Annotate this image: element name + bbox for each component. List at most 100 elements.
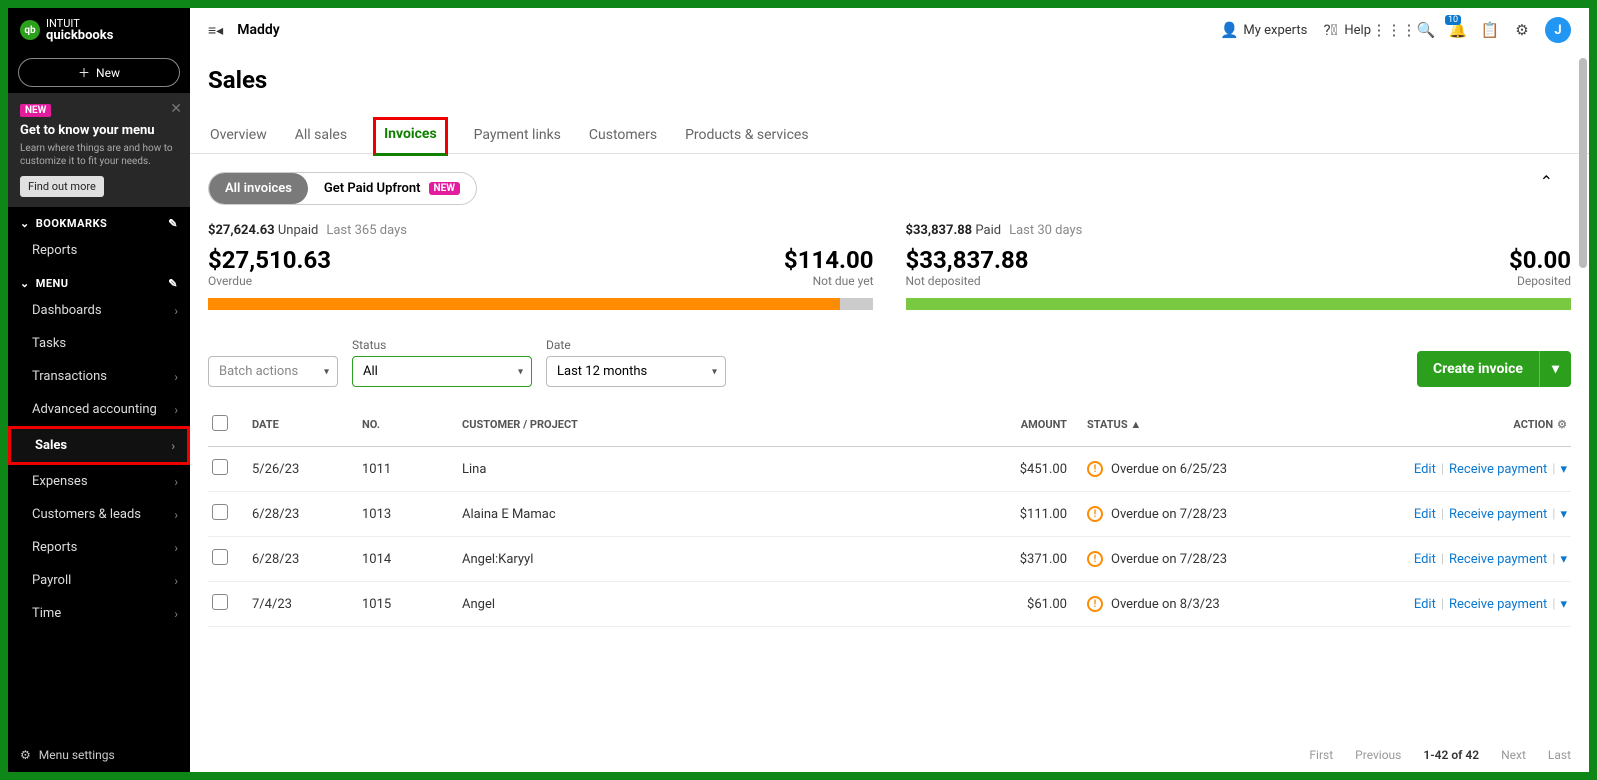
row-checkbox[interactable]	[212, 549, 228, 565]
select-all-checkbox[interactable]	[212, 415, 228, 431]
chevron-right-icon: ›	[174, 574, 178, 588]
page-title: Sales	[190, 52, 1589, 99]
sidebar-item-tasks[interactable]: Tasks	[8, 327, 190, 360]
pill-all-invoices[interactable]: All invoices	[209, 173, 308, 204]
unpaid-summary: $27,624.63 UnpaidLast 365 days $27,510.6…	[208, 223, 874, 310]
date-select[interactable]: Last 12 months▾	[546, 356, 726, 387]
chevron-right-icon: ›	[174, 508, 178, 522]
tabs: Overview All sales Invoices Payment links Cu…	[190, 117, 1589, 154]
row-checkbox[interactable]	[212, 594, 228, 610]
chevron-right-icon: ›	[174, 541, 178, 555]
search-icon[interactable]: 🔍	[1417, 21, 1435, 39]
sidebar-item-dashboards[interactable]: Dashboards›	[8, 294, 190, 327]
paid-summary: $33,837.88 PaidLast 30 days $33,837.88No…	[906, 223, 1572, 310]
warning-icon: !	[1087, 596, 1103, 612]
new-button[interactable]: ＋New	[18, 58, 180, 87]
sidebar-item-advanced-accounting[interactable]: Advanced accounting›	[8, 393, 190, 426]
invoice-pills: All invoices Get Paid UpfrontNEW	[208, 172, 477, 205]
menu-banner: NEW ✕ Get to know your menu Learn where …	[8, 93, 190, 207]
collapse-sidebar-icon[interactable]: ≡◂	[208, 22, 223, 39]
page-last[interactable]: Last	[1548, 748, 1571, 762]
status-select[interactable]: All▾	[352, 356, 532, 387]
row-menu-icon[interactable]: ▾	[1560, 507, 1567, 522]
chevron-down-icon: ▾	[324, 366, 329, 377]
overdue-amount: $27,510.63	[208, 246, 331, 274]
page-first[interactable]: First	[1309, 748, 1333, 762]
sidebar-item-sales[interactable]: Sales›	[8, 426, 190, 465]
gear-icon[interactable]: ⚙	[1513, 21, 1531, 39]
row-menu-icon[interactable]: ▾	[1560, 597, 1567, 612]
banner-body: Learn where things are and how to custom…	[20, 142, 178, 168]
pencil-icon[interactable]: ✎	[168, 277, 178, 290]
edit-link[interactable]: Edit	[1414, 552, 1436, 567]
tab-products-services[interactable]: Products & services	[683, 117, 811, 153]
warning-icon: !	[1087, 506, 1103, 522]
sidebar-item-time[interactable]: Time›	[8, 597, 190, 630]
chevron-down-icon: ▾	[712, 366, 717, 377]
gear-icon: ⚙	[20, 748, 31, 762]
badge-new: NEW	[429, 182, 460, 195]
my-experts-button[interactable]: 👤My experts	[1220, 21, 1307, 39]
menu-header[interactable]: ⌄MENU ✎	[8, 267, 190, 294]
sidebar-item-transactions[interactable]: Transactions›	[8, 360, 190, 393]
edit-link[interactable]: Edit	[1414, 462, 1436, 477]
tab-overview[interactable]: Overview	[208, 117, 269, 153]
chevron-right-icon: ›	[174, 304, 178, 318]
edit-link[interactable]: Edit	[1414, 507, 1436, 522]
gear-icon[interactable]: ⚙	[1557, 418, 1567, 431]
notification-count: 10	[1445, 15, 1461, 25]
chevron-right-icon: ›	[174, 403, 178, 417]
chevron-down-icon: ⌄	[20, 277, 30, 290]
table-row: 7/4/231015Angel$61.00!Overdue on 8/3/23E…	[208, 582, 1571, 627]
warning-icon: !	[1087, 461, 1103, 477]
sidebar-item-reports[interactable]: Reports›	[8, 531, 190, 564]
avatar[interactable]: J	[1545, 17, 1571, 43]
tab-all-sales[interactable]: All sales	[293, 117, 349, 153]
row-checkbox[interactable]	[212, 504, 228, 520]
apps-grid-icon[interactable]: ⋮⋮⋮	[1385, 21, 1403, 39]
receive-payment-link[interactable]: Receive payment	[1449, 552, 1547, 567]
edit-link[interactable]: Edit	[1414, 597, 1436, 612]
chevron-down-icon: ⌄	[20, 217, 30, 230]
row-checkbox[interactable]	[212, 459, 228, 475]
collapse-summary-icon[interactable]: ⌃	[1540, 172, 1553, 191]
notifications-icon[interactable]: 10🔔	[1449, 21, 1467, 39]
pencil-icon[interactable]: ✎	[168, 217, 178, 230]
sidebar-item-payroll[interactable]: Payroll›	[8, 564, 190, 597]
receive-payment-link[interactable]: Receive payment	[1449, 507, 1547, 522]
row-menu-icon[interactable]: ▾	[1560, 552, 1567, 567]
table-row: 6/28/231014Angel:Karyyl$371.00!Overdue o…	[208, 537, 1571, 582]
find-out-more-button[interactable]: Find out more	[20, 176, 104, 197]
batch-actions-select[interactable]: Batch actions▾	[208, 356, 338, 387]
pagination: First Previous 1-42 of 42 Next Last	[190, 738, 1589, 772]
logo: qb INTUITquickbooks	[8, 8, 190, 52]
chevron-down-icon[interactable]: ▾	[1539, 351, 1571, 387]
close-icon[interactable]: ✕	[170, 101, 182, 117]
page-range: 1-42 of 42	[1423, 748, 1479, 762]
receive-payment-link[interactable]: Receive payment	[1449, 597, 1547, 612]
paid-bar	[906, 298, 1572, 310]
tab-customers[interactable]: Customers	[587, 117, 659, 153]
badge-new: NEW	[20, 104, 51, 117]
clipboard-icon[interactable]: 📋	[1481, 21, 1499, 39]
pill-get-paid-upfront[interactable]: Get Paid UpfrontNEW	[308, 173, 476, 204]
help-icon: ?⃝	[1321, 21, 1339, 39]
sidebar: qb INTUITquickbooks ＋New NEW ✕ Get to kn…	[8, 8, 190, 772]
page-prev[interactable]: Previous	[1355, 748, 1401, 762]
page-next[interactable]: Next	[1501, 748, 1526, 762]
menu-settings[interactable]: ⚙Menu settings	[8, 738, 190, 772]
tab-invoices[interactable]: Invoices	[373, 117, 448, 156]
row-menu-icon[interactable]: ▾	[1560, 462, 1567, 477]
table-row: 5/26/231011Lina$451.00!Overdue on 6/25/2…	[208, 447, 1571, 492]
sidebar-item-customers-leads[interactable]: Customers & leads›	[8, 498, 190, 531]
tab-payment-links[interactable]: Payment links	[472, 117, 563, 153]
receive-payment-link[interactable]: Receive payment	[1449, 462, 1547, 477]
create-invoice-button[interactable]: Create invoice▾	[1417, 351, 1571, 387]
chevron-down-icon: ▾	[518, 366, 523, 377]
banner-title: Get to know your menu	[20, 123, 178, 138]
company-name[interactable]: Maddy	[237, 22, 280, 38]
bookmarks-header[interactable]: ⌄BOOKMARKS ✎	[8, 207, 190, 234]
sidebar-item-expenses[interactable]: Expenses›	[8, 465, 190, 498]
help-button[interactable]: ?⃝Help	[1321, 21, 1371, 39]
bookmark-item[interactable]: Reports	[8, 234, 190, 267]
